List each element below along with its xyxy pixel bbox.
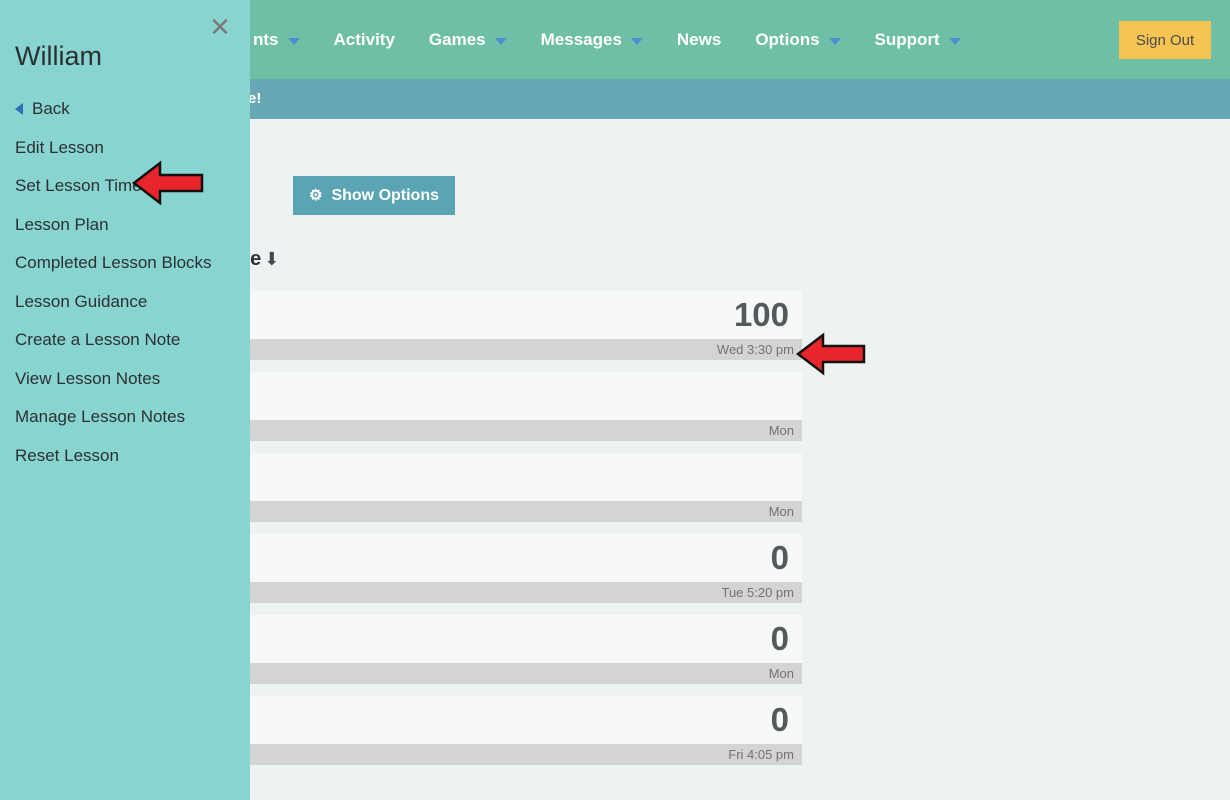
sidebar-item-edit-lesson[interactable]: Edit Lesson <box>0 129 250 168</box>
sidebar-menu: Back Edit Lesson Set Lesson Time Lesson Pla… <box>0 90 250 475</box>
show-options-label: Show Options <box>331 187 439 205</box>
nav-item-label: News <box>677 0 721 79</box>
sidebar-student-name: William <box>15 41 102 72</box>
list-item-time: Fri 4:05 pm <box>728 747 794 762</box>
nav-item-support[interactable]: Support <box>858 0 978 79</box>
sidebar-item-label: Back <box>32 99 70 119</box>
chevron-down-icon <box>288 38 300 45</box>
list-item-time: Mon <box>769 423 794 438</box>
sidebar-item-reset-lesson[interactable]: Reset Lesson <box>0 437 250 476</box>
nav-item-games[interactable]: Games <box>412 0 524 79</box>
gear-icon: ⚙ <box>309 188 322 203</box>
nav-items: nts Activity Games Messages News Options Suppo… <box>236 0 978 79</box>
show-options-button[interactable]: ⚙ Show Options <box>293 176 455 215</box>
sort-direction-icon[interactable]: ⬇ <box>264 249 279 269</box>
sidebar-item-view-lesson-notes[interactable]: View Lesson Notes <box>0 360 250 399</box>
chevron-left-icon <box>15 103 23 115</box>
list-item-time: Wed 3:30 pm <box>717 342 794 357</box>
chevron-down-icon <box>829 38 841 45</box>
nav-item-label: nts <box>253 0 279 79</box>
sidebar-item-label: Set Lesson Time <box>15 176 142 196</box>
nav-item-label: Messages <box>541 0 622 79</box>
sidebar-item-label: Manage Lesson Notes <box>15 407 185 427</box>
sidebar-item-label: Reset Lesson <box>15 446 119 466</box>
list-item-score: 0 <box>771 699 789 741</box>
lesson-sidebar-panel: ✕ William Back Edit Lesson Set Lesson Time… <box>0 0 250 800</box>
sidebar-item-back[interactable]: Back <box>0 90 250 129</box>
sidebar-item-lesson-plan[interactable]: Lesson Plan <box>0 206 250 245</box>
list-item-time: Mon <box>769 666 794 681</box>
sign-out-button[interactable]: Sign Out <box>1119 21 1211 59</box>
list-item-time: Tue 5:20 pm <box>721 585 794 600</box>
close-icon[interactable]: ✕ <box>207 14 233 40</box>
chevron-down-icon <box>949 38 961 45</box>
list-item-score: 0 <box>771 537 789 579</box>
sidebar-item-label: View Lesson Notes <box>15 369 160 389</box>
sidebar-item-set-lesson-time[interactable]: Set Lesson Time <box>0 167 250 206</box>
nav-item-news[interactable]: News <box>660 0 738 79</box>
nav-item-label: Games <box>429 0 486 79</box>
sidebar-item-lesson-guidance[interactable]: Lesson Guidance <box>0 283 250 322</box>
sidebar-item-label: Completed Lesson Blocks <box>15 253 212 273</box>
chevron-down-icon <box>631 38 643 45</box>
nav-item-label: Support <box>875 0 940 79</box>
nav-item-label: Activity <box>334 0 395 79</box>
sidebar-item-label: Create a Lesson Note <box>15 330 180 350</box>
sidebar-item-label: Edit Lesson <box>15 138 104 158</box>
list-item-time: Mon <box>769 504 794 519</box>
nav-item-options[interactable]: Options <box>738 0 857 79</box>
sidebar-item-label: Lesson Plan <box>15 215 109 235</box>
sidebar-item-label: Lesson Guidance <box>15 292 147 312</box>
app-root: s ⚙ Show Options rted by Name⬇ 100Wed 3:… <box>0 0 1230 800</box>
sidebar-item-completed-lesson-blocks[interactable]: Completed Lesson Blocks <box>0 244 250 283</box>
nav-item-label: Options <box>755 0 819 79</box>
nav-item-messages[interactable]: Messages <box>524 0 660 79</box>
chevron-down-icon <box>495 38 507 45</box>
list-item-score: 100 <box>734 294 789 336</box>
sidebar-item-create-a-lesson-note[interactable]: Create a Lesson Note <box>0 321 250 360</box>
list-item-score: 0 <box>771 618 789 660</box>
sidebar-item-manage-lesson-notes[interactable]: Manage Lesson Notes <box>0 398 250 437</box>
nav-item-activity[interactable]: Activity <box>317 0 412 79</box>
